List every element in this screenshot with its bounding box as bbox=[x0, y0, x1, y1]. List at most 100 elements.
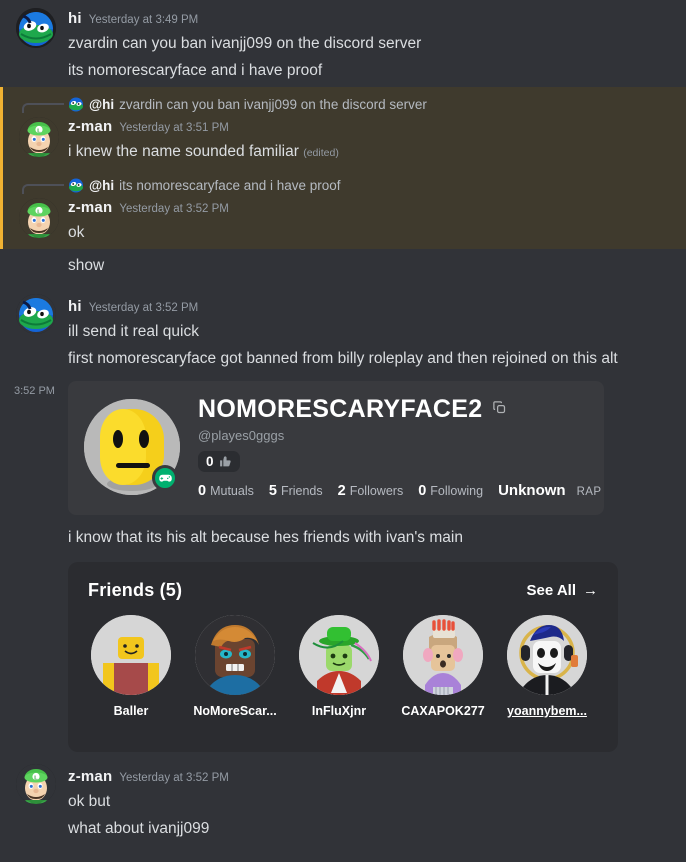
friend-item[interactable]: yoannybem... bbox=[504, 615, 590, 718]
friend-item[interactable]: Baller bbox=[88, 615, 174, 718]
message-author[interactable]: z-man bbox=[68, 197, 112, 219]
message-group: hi Yesterday at 3:49 PM zvardin can you … bbox=[0, 0, 686, 87]
message-group: show bbox=[0, 249, 686, 286]
svg-text:L: L bbox=[34, 776, 38, 782]
friends-title: Friends (5) bbox=[88, 580, 183, 600]
avatar[interactable] bbox=[16, 8, 56, 48]
message-author[interactable]: z-man bbox=[68, 116, 112, 138]
avatar[interactable]: L bbox=[16, 764, 56, 804]
message-timestamp: Yesterday at 3:51 PM bbox=[119, 122, 229, 134]
friend-item[interactable]: NoMoreScar... bbox=[192, 615, 278, 718]
profile-display-name: NOMORESCARYFACE2 bbox=[198, 395, 483, 423]
message-group-mention: L bbox=[0, 87, 686, 168]
message-text: zvardin can you ban ivanjj099 on the dis… bbox=[68, 35, 422, 52]
profile-title-row: NOMORESCARYFACE2 bbox=[198, 395, 588, 424]
message-header: z-man Yesterday at 3:52 PM bbox=[68, 766, 670, 789]
baller-avatar-icon bbox=[91, 615, 171, 695]
svg-text:L: L bbox=[37, 210, 41, 216]
message-group: L z-man Yesterday at 3:52 PM ok but what… bbox=[0, 756, 686, 845]
profile-info: NOMORESCARYFACE2 @playes0gggs 0 0 Mutual… bbox=[198, 395, 601, 499]
see-all-label: See All bbox=[526, 582, 576, 599]
embed-row: 3:52 PM NOMORESCARYFACE2 @playes0gggs 0 … bbox=[0, 375, 686, 517]
avatar[interactable] bbox=[16, 294, 56, 334]
stat-label: Followers bbox=[349, 484, 404, 498]
message-timestamp: Yesterday at 3:49 PM bbox=[88, 14, 199, 26]
reply-preview[interactable]: @hi zvardin can you ban ivanjj099 on the… bbox=[22, 95, 670, 113]
copy-icon[interactable] bbox=[492, 400, 507, 420]
stat-value: 5 bbox=[268, 483, 277, 499]
edited-marker: (edited) bbox=[303, 147, 339, 159]
reply-preview[interactable]: @hi its nomorescaryface and i have proof bbox=[22, 176, 670, 194]
stat-value: 2 bbox=[337, 483, 346, 499]
friend-name: CAXAPOK277 bbox=[401, 704, 485, 718]
friend-name: Baller bbox=[113, 704, 149, 718]
avatar[interactable]: L bbox=[19, 198, 59, 238]
stat-following: 0 Following bbox=[418, 483, 483, 499]
message-timestamp: Yesterday at 3:52 PM bbox=[88, 302, 199, 314]
stat-label: Mutuals bbox=[210, 484, 254, 498]
friends-embed-row: Friends (5) See All → Baller NoMoreScar.… bbox=[0, 556, 686, 756]
reply-text: zvardin can you ban ivanjj099 on the dis… bbox=[119, 96, 427, 112]
message-text: show bbox=[68, 257, 105, 274]
rap-label: RAP bbox=[576, 486, 602, 498]
friends-card-header: Friends (5) See All → bbox=[88, 580, 598, 601]
friend-avatar[interactable] bbox=[299, 615, 379, 695]
friend-name[interactable]: yoannybem... bbox=[504, 704, 590, 718]
message-header: hi Yesterday at 3:49 PM bbox=[68, 8, 670, 31]
stat-friends: 5 Friends bbox=[269, 483, 323, 499]
hi-avatar-icon bbox=[69, 178, 83, 193]
message-timestamp: Yesterday at 3:52 PM bbox=[119, 203, 229, 215]
friend-item[interactable]: InFluXjnr bbox=[296, 615, 382, 718]
see-all-button[interactable]: See All → bbox=[527, 582, 598, 599]
message-text: ill send it real quick bbox=[68, 323, 199, 340]
hi-avatar-icon bbox=[69, 97, 83, 112]
friends-card[interactable]: Friends (5) See All → Baller NoMoreScar.… bbox=[68, 562, 618, 752]
message-timestamp: Yesterday at 3:52 PM bbox=[119, 772, 229, 784]
message-header: hi Yesterday at 3:52 PM bbox=[68, 296, 670, 319]
arrow-right-icon: → bbox=[583, 582, 598, 599]
message-text: i knew the name sounded familiar (edited… bbox=[68, 139, 670, 166]
message-group: i know that its his alt because hes frie… bbox=[0, 517, 686, 556]
message-header: z-man Yesterday at 3:51 PM bbox=[68, 116, 670, 139]
influxjnr-avatar-icon bbox=[299, 615, 379, 695]
message-group: hi Yesterday at 3:52 PM ill send it real… bbox=[0, 286, 686, 375]
z-man-avatar-icon: L bbox=[16, 764, 56, 804]
friend-avatar[interactable] bbox=[195, 615, 275, 695]
message-body: i knew the name sounded familiar bbox=[68, 143, 299, 160]
message-author[interactable]: hi bbox=[68, 296, 82, 318]
friend-item[interactable]: CAXAPOK277 bbox=[400, 615, 486, 718]
reply-author[interactable]: @hi bbox=[89, 178, 114, 193]
stat-label: Following bbox=[430, 484, 484, 498]
reply-author[interactable]: @hi bbox=[89, 97, 114, 112]
hi-avatar-icon bbox=[16, 294, 56, 334]
yoannybem-avatar-icon bbox=[507, 615, 587, 695]
hover-timestamp: 3:52 PM bbox=[14, 385, 55, 397]
profile-stats: 0 Mutuals 5 Friends 2 Followers 0 Follow… bbox=[198, 482, 601, 499]
avatar[interactable]: L bbox=[19, 117, 59, 157]
message-author[interactable]: z-man bbox=[68, 766, 112, 788]
gamepad-badge bbox=[152, 465, 178, 491]
stat-mutuals: 0 Mutuals bbox=[198, 483, 254, 499]
stat-followers: 2 Followers bbox=[338, 483, 404, 499]
message-text: its nomorescaryface and i have proof bbox=[68, 62, 323, 79]
friend-avatar[interactable] bbox=[91, 615, 171, 695]
message-author[interactable]: hi bbox=[68, 8, 82, 30]
roblox-profile-card[interactable]: NOMORESCARYFACE2 @playes0gggs 0 0 Mutual… bbox=[68, 381, 604, 515]
profile-handle: @playes0gggs bbox=[198, 428, 285, 443]
message-text: first nomorescaryface got banned from bi… bbox=[68, 350, 618, 367]
message-text: what about ivanjj099 bbox=[68, 820, 210, 837]
like-count: 0 bbox=[206, 454, 214, 469]
reply-text: its nomorescaryface and i have proof bbox=[119, 177, 341, 193]
like-pill: 0 bbox=[198, 451, 240, 472]
hi-avatar-icon bbox=[16, 8, 56, 48]
thumbs-up-icon bbox=[219, 456, 231, 467]
friend-avatar[interactable] bbox=[403, 615, 483, 695]
friend-avatar[interactable] bbox=[507, 615, 587, 695]
message-text: i know that its his alt because hes frie… bbox=[68, 529, 463, 546]
discord-chat-panel: hi Yesterday at 3:49 PM zvardin can you … bbox=[0, 0, 686, 862]
stat-value: 0 bbox=[198, 483, 207, 499]
profile-avatar-wrap bbox=[84, 399, 180, 495]
caxapok277-avatar-icon bbox=[403, 615, 483, 695]
stat-value: 0 bbox=[418, 483, 427, 499]
copy-glyph bbox=[493, 400, 506, 413]
